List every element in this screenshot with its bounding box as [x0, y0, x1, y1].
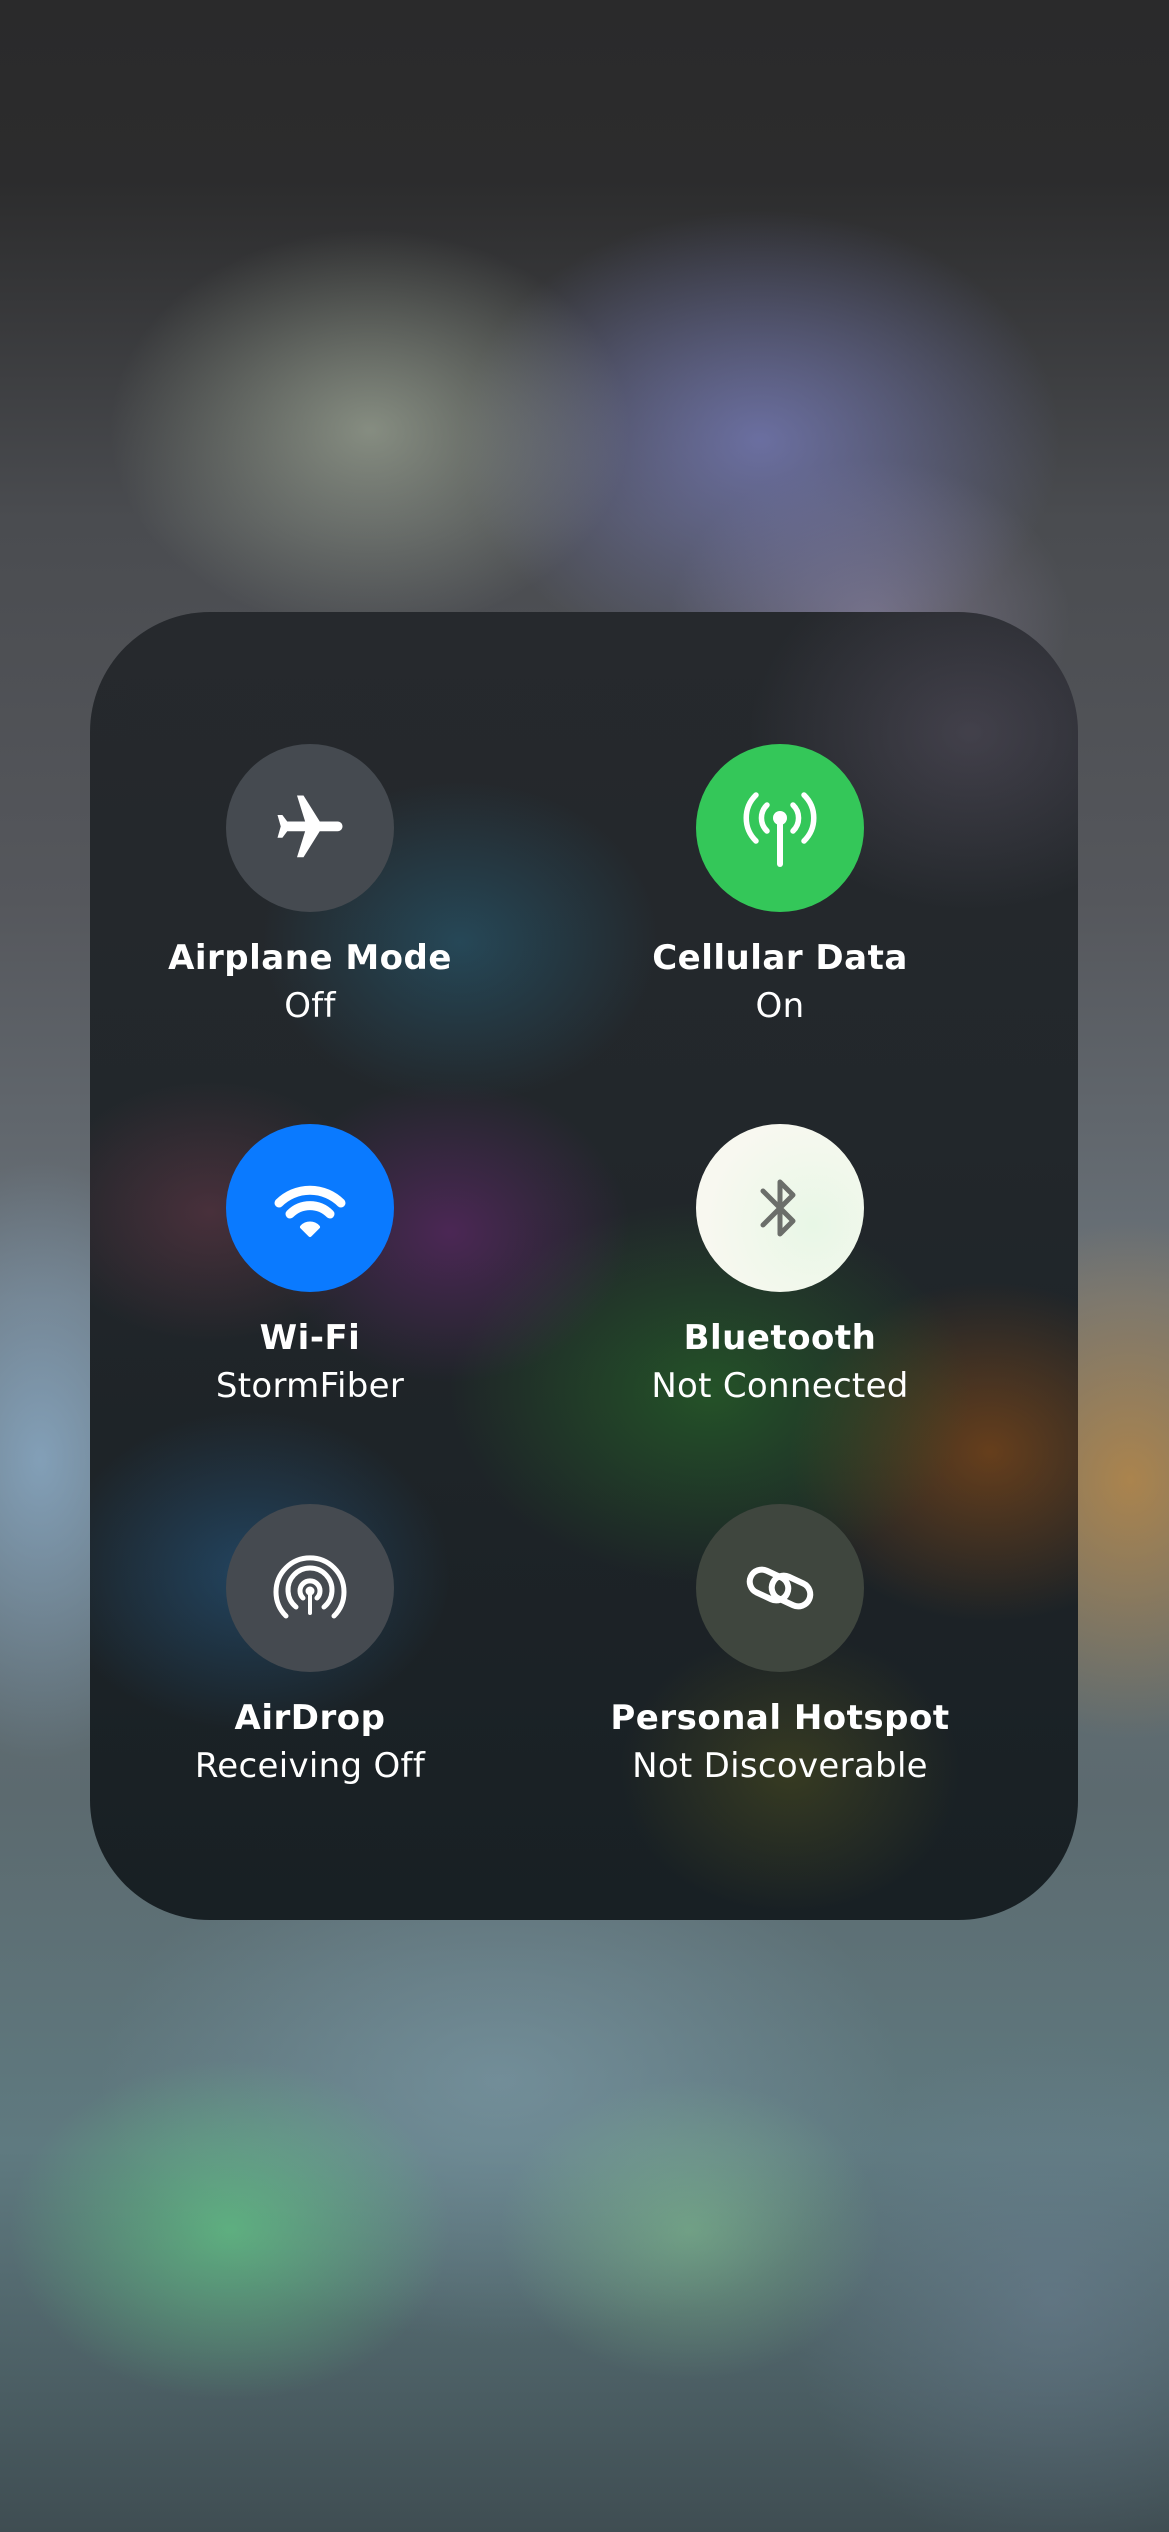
wifi-toggle[interactable]: [226, 1124, 394, 1292]
airdrop-icon: [273, 1555, 347, 1619]
airplane-mode-toggle[interactable]: [226, 744, 394, 912]
antenna-icon: [743, 792, 817, 867]
airplane-mode-status: Off: [284, 986, 336, 1026]
control-center-screen: Airplane Mode Off Cellular Data On Wi-Fi…: [0, 0, 1169, 2532]
wifi-label: Wi-Fi: [259, 1318, 361, 1358]
bluetooth-icon: [760, 1179, 796, 1237]
airplane-icon: [277, 795, 343, 858]
airdrop-status: Receiving Off: [194, 1746, 426, 1786]
airdrop-toggle[interactable]: [226, 1504, 394, 1672]
airplane-mode-label: Airplane Mode: [168, 938, 452, 978]
airdrop-label: AirDrop: [234, 1698, 386, 1738]
cellular-data-status: On: [755, 986, 805, 1026]
connectivity-panel: Airplane Mode Off Cellular Data On Wi-Fi…: [90, 612, 1078, 1920]
cellular-data-toggle[interactable]: [696, 744, 864, 912]
personal-hotspot-status: Not Discoverable: [632, 1746, 928, 1786]
wifi-icon: [274, 1185, 346, 1237]
personal-hotspot-toggle[interactable]: [696, 1504, 864, 1672]
cellular-data-label: Cellular Data: [652, 938, 908, 978]
bluetooth-status: Not Connected: [651, 1366, 909, 1406]
personal-hotspot-label: Personal Hotspot: [610, 1698, 950, 1738]
bluetooth-toggle[interactable]: [696, 1124, 864, 1292]
wifi-network-name: StormFiber: [215, 1366, 405, 1406]
link-icon: [746, 1566, 814, 1610]
bluetooth-label: Bluetooth: [683, 1318, 877, 1358]
